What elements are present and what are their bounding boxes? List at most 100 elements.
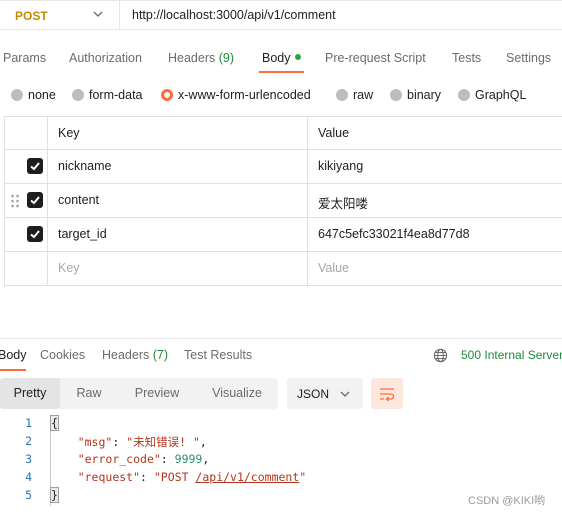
line-number: 1 bbox=[25, 416, 32, 430]
row-check-cell bbox=[4, 150, 48, 183]
checkmark-icon bbox=[30, 162, 40, 171]
tab-body[interactable]: Body bbox=[262, 51, 301, 65]
request-tabs: Params Authorization Headers (9) Body Pr… bbox=[0, 44, 562, 74]
column-header-key: Key bbox=[58, 126, 80, 140]
tab-params[interactable]: Params bbox=[3, 51, 46, 65]
line-number: 4 bbox=[25, 470, 32, 484]
line-number: 3 bbox=[25, 452, 32, 466]
radio-raw[interactable]: raw bbox=[336, 88, 373, 102]
row-value-cell[interactable]: 647c5efc33021f4ea8d77d8 bbox=[308, 218, 562, 251]
row-key-cell[interactable]: nickname bbox=[48, 150, 308, 183]
row-value-cell[interactable]: 爱太阳喽 bbox=[308, 184, 562, 217]
row-checkbox[interactable] bbox=[27, 158, 43, 174]
view-mode-pretty[interactable]: Pretty bbox=[0, 378, 60, 409]
open-brace: { bbox=[50, 415, 59, 431]
radio-none[interactable]: none bbox=[11, 88, 56, 102]
row-checkbox[interactable] bbox=[27, 192, 43, 208]
header-key-cell: Key bbox=[48, 117, 308, 149]
code-text: "request": "POST /api/v1/comment" bbox=[77, 470, 307, 484]
json-value-request-suffix: " bbox=[299, 470, 307, 484]
response-tab-body[interactable]: Body bbox=[0, 348, 27, 362]
row-value: 647c5efc33021f4ea8d77d8 bbox=[318, 227, 470, 241]
table-row: content 爱太阳喽 bbox=[4, 184, 562, 218]
radio-selected-icon bbox=[161, 89, 173, 101]
row-check-cell bbox=[4, 252, 48, 285]
code-line: 2 "msg": "未知错误! ", bbox=[0, 434, 562, 452]
checkmark-icon bbox=[30, 230, 40, 239]
table-header-row: Key Value bbox=[4, 117, 562, 150]
row-key-cell[interactable]: content bbox=[48, 184, 308, 217]
radio-circle-icon bbox=[11, 89, 23, 101]
urlencoded-params-table: Key Value nickname kikiyang content 爱太阳喽… bbox=[4, 116, 562, 286]
format-select[interactable]: JSON bbox=[287, 378, 363, 409]
tab-headers-count: (9) bbox=[218, 51, 235, 65]
drag-handle-icon[interactable] bbox=[10, 194, 20, 208]
radio-graphql[interactable]: GraphQL bbox=[458, 88, 526, 102]
radio-urlencoded-label: x-www-form-urlencoded bbox=[178, 88, 311, 102]
new-key-input[interactable]: Key bbox=[48, 252, 308, 285]
row-value-cell[interactable]: kikiyang bbox=[308, 150, 562, 183]
response-tab-cookies[interactable]: Cookies bbox=[40, 348, 85, 362]
line-number: 5 bbox=[25, 488, 32, 502]
request-bar: POST http://localhost:3000/api/v1/commen… bbox=[0, 0, 562, 31]
row-value: 爱太阳喽 bbox=[318, 197, 369, 211]
radio-form-data-label: form-data bbox=[89, 88, 143, 102]
table-row: nickname kikiyang bbox=[4, 150, 562, 184]
view-mode-segmented-control: Pretty Raw Preview Visualize bbox=[0, 378, 278, 409]
response-tab-headers-count: (7) bbox=[152, 348, 169, 362]
json-value-request-prefix: "POST bbox=[153, 470, 196, 484]
json-value-request-link[interactable]: /api/v1/comment bbox=[195, 470, 299, 484]
response-status[interactable]: 500 Internal Server bbox=[461, 348, 562, 362]
response-toolbar: Pretty Raw Preview Visualize JSON bbox=[0, 378, 562, 410]
response-tab-headers[interactable]: Headers (7) bbox=[102, 348, 168, 362]
radio-form-data[interactable]: form-data bbox=[72, 88, 143, 102]
chevron-down-icon bbox=[93, 11, 103, 17]
code-line: 3 "error_code": 9999, bbox=[0, 452, 562, 470]
code-text: } bbox=[50, 487, 59, 503]
checkmark-icon bbox=[30, 196, 40, 205]
body-modified-dot bbox=[294, 54, 301, 60]
value-placeholder: Value bbox=[318, 261, 350, 275]
chevron-down-icon bbox=[340, 391, 350, 397]
row-key: content bbox=[58, 193, 100, 207]
key-placeholder: Key bbox=[58, 261, 80, 275]
method-select[interactable]: POST bbox=[0, 0, 120, 30]
tab-tests[interactable]: Tests bbox=[452, 51, 481, 65]
tab-headers[interactable]: Headers (9) bbox=[168, 51, 234, 65]
response-tab-headers-label: Headers bbox=[102, 348, 150, 362]
globe-icon[interactable] bbox=[433, 348, 448, 363]
view-mode-raw[interactable]: Raw bbox=[60, 378, 118, 409]
radio-circle-icon bbox=[72, 89, 84, 101]
view-mode-visualize[interactable]: Visualize bbox=[196, 378, 278, 409]
url-input[interactable]: http://localhost:3000/api/v1/comment bbox=[120, 0, 562, 30]
radio-circle-icon bbox=[458, 89, 470, 101]
body-type-radios: none form-data x-www-form-urlencoded raw… bbox=[0, 83, 562, 109]
code-line: 4 "request": "POST /api/v1/comment" bbox=[0, 470, 562, 488]
radio-urlencoded[interactable]: x-www-form-urlencoded bbox=[161, 88, 311, 102]
active-tab-underline bbox=[259, 71, 304, 73]
json-value-msg: "未知错误! " bbox=[126, 435, 200, 449]
tab-authorization[interactable]: Authorization bbox=[69, 51, 142, 65]
format-label: JSON bbox=[297, 387, 330, 401]
tab-pre-request-script[interactable]: Pre-request Script bbox=[325, 51, 426, 65]
row-key-cell[interactable]: target_id bbox=[48, 218, 308, 251]
radio-binary[interactable]: binary bbox=[390, 88, 441, 102]
view-mode-preview[interactable]: Preview bbox=[118, 378, 196, 409]
new-value-input[interactable]: Value bbox=[308, 252, 562, 285]
table-row: target_id 647c5efc33021f4ea8d77d8 bbox=[4, 218, 562, 252]
row-check-cell bbox=[4, 218, 48, 251]
radio-none-label: none bbox=[28, 88, 56, 102]
response-tabs: Body Cookies Headers (7) Test Results 50… bbox=[0, 338, 562, 371]
response-tab-test-results[interactable]: Test Results bbox=[184, 348, 252, 362]
tab-settings[interactable]: Settings bbox=[506, 51, 551, 65]
radio-binary-label: binary bbox=[407, 88, 442, 102]
radio-raw-label: raw bbox=[353, 88, 374, 102]
code-text: "error_code": 9999, bbox=[77, 452, 210, 466]
wrap-lines-button[interactable] bbox=[371, 378, 403, 409]
wrap-lines-icon bbox=[380, 388, 395, 402]
row-checkbox[interactable] bbox=[27, 226, 43, 242]
close-brace: } bbox=[50, 487, 59, 503]
radio-graphql-label: GraphQL bbox=[475, 88, 527, 102]
radio-circle-icon bbox=[390, 89, 402, 101]
response-active-tab-underline bbox=[0, 369, 26, 371]
